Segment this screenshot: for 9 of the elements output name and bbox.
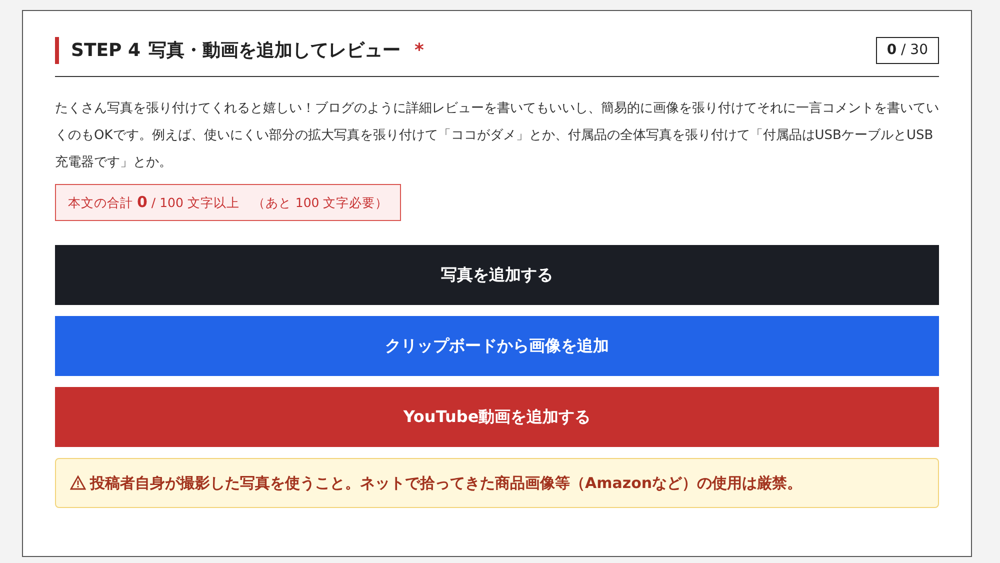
add-photo-button[interactable]: 写真を追加する (55, 244, 939, 304)
character-counter: 本文の合計 0 / 100 文字以上 （あと 100 文字必要） (55, 184, 402, 220)
warning-icon (70, 475, 86, 490)
description-text: たくさん写真を張り付けてくれると嬉しい！ブログのように詳細レビューを書いてもいいし、簡易的に画像を張り付けてそれに一言コメントを書いていくのもOKです。例えば、使いにくい部分の拡大写真を張り付けて「ココがダメ」とか、付属品の全体写真を張り付けて「付属品はUSBケーブルとUSB充電器です」とか。 (55, 100, 939, 172)
photo-count: 0 / 30 (876, 37, 939, 64)
warning-text: 投稿者自身が撮影した写真を使うこと。ネットで拾ってきた商品画像等（Amazonなど）の使用は厳禁。 (90, 472, 802, 494)
section-title: STEP 4 写真・動画を追加してレビュー * (55, 37, 424, 64)
paste-image-button[interactable]: クリップボードから画像を追加 (55, 316, 939, 376)
add-video-button[interactable]: YouTube動画を追加する (55, 386, 939, 446)
